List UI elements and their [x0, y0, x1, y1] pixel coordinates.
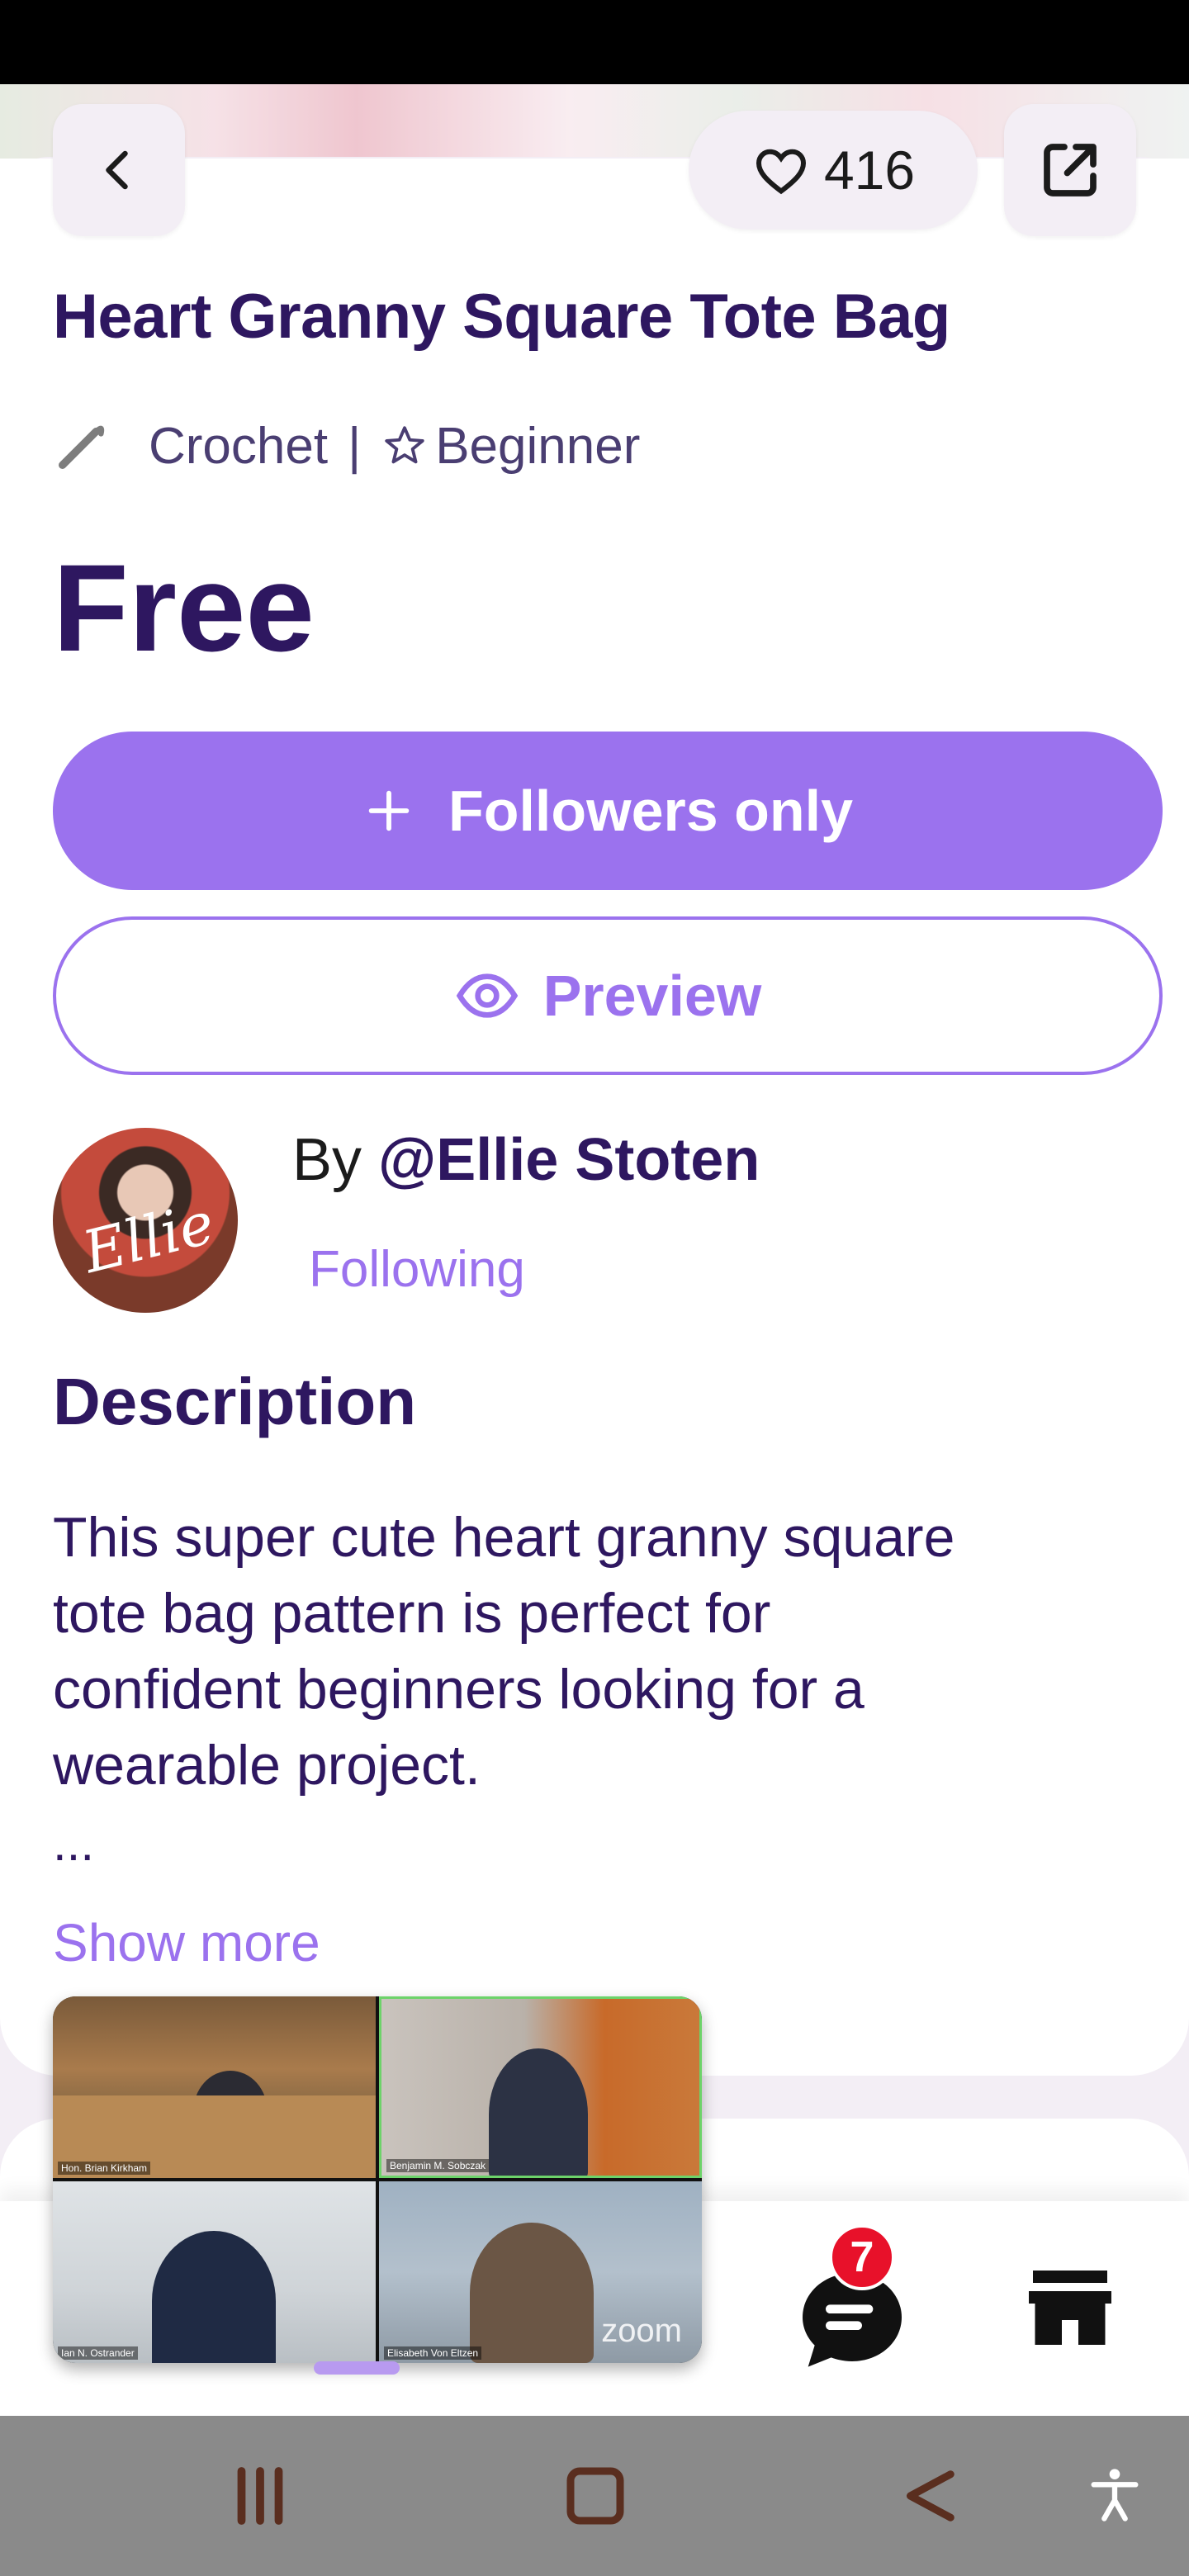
- home-icon[interactable]: [558, 2459, 632, 2533]
- chevron-left-icon: [106, 150, 128, 190]
- description-line: confident beginners looking for a: [53, 1658, 865, 1721]
- carousel-dot: [471, 197, 484, 210]
- description-line: wearable project.: [53, 1734, 481, 1797]
- price: Free: [53, 538, 315, 677]
- back-button[interactable]: [53, 104, 185, 236]
- participant-name: Hon. Brian Kirkham: [58, 2162, 151, 2175]
- like-count: 416: [823, 140, 916, 201]
- description-line: This super cute heart granny square: [53, 1506, 955, 1569]
- video-tile: Hon. Brian Kirkham: [53, 1996, 376, 2178]
- description-text: This super cute heart granny square tote…: [53, 1499, 1126, 1803]
- author-handle: @Ellie Stoten: [378, 1127, 760, 1193]
- system-navigation-bar: [0, 2416, 1189, 2576]
- like-button[interactable]: 416: [689, 111, 978, 230]
- carousel-dot: [520, 197, 533, 210]
- plus-icon: [368, 790, 410, 831]
- show-more-link[interactable]: Show more: [53, 1912, 320, 1973]
- preview-label: Preview: [542, 964, 762, 1028]
- avatar-signature: Ellie: [76, 1188, 221, 1287]
- crochet-hook-icon: [59, 425, 105, 469]
- skill-level: Beginner: [435, 417, 641, 475]
- store-icon[interactable]: [1021, 2254, 1120, 2361]
- craft-type: Crochet: [149, 417, 329, 475]
- chat-unread-badge: 7: [829, 2224, 895, 2290]
- participant-figure: [152, 2231, 276, 2363]
- status-bar: [0, 0, 1189, 84]
- followers-only-label: Followers only: [448, 779, 854, 843]
- carousel-dot: [619, 197, 632, 210]
- accessibility-icon[interactable]: [1083, 2464, 1146, 2526]
- carousel-dot: [594, 197, 608, 210]
- preview-button[interactable]: Preview: [53, 916, 1163, 1075]
- zoom-logo: zoom: [601, 2313, 682, 2349]
- video-tile: Benjamin M. Sobczak: [379, 1996, 702, 2178]
- video-tile: Ian N. Ostrander: [53, 2181, 376, 2363]
- participant-name: Elisabeth Von Eltzen: [384, 2346, 482, 2360]
- followers-only-button[interactable]: Followers only: [53, 732, 1163, 890]
- following-button[interactable]: Following: [309, 1240, 525, 1299]
- carousel-dot-active: [570, 197, 583, 210]
- by-prefix: By: [292, 1127, 379, 1193]
- participant-figure: [489, 2048, 588, 2176]
- eye-icon: [456, 973, 518, 1018]
- description-heading: Description: [53, 1365, 417, 1438]
- carousel-dot: [495, 197, 509, 210]
- pattern-title: Heart Granny Square Tote Bag: [53, 282, 950, 352]
- pip-drag-handle[interactable]: [314, 2361, 400, 2375]
- video-tile: Elisabeth Von Eltzen zoom: [379, 2181, 702, 2363]
- participant-figure: [470, 2223, 594, 2363]
- share-button[interactable]: [1004, 104, 1136, 236]
- system-back-icon[interactable]: [892, 2459, 966, 2533]
- video-call-pip[interactable]: Hon. Brian Kirkham Benjamin M. Sobczak I…: [53, 1996, 702, 2363]
- description-line: tote bag pattern is perfect for: [53, 1582, 771, 1645]
- description-ellipsis: ...: [53, 1816, 95, 1871]
- star-icon: [385, 426, 424, 464]
- author-byline[interactable]: By @Ellie Stoten: [292, 1126, 760, 1194]
- heart-icon: [756, 149, 806, 195]
- pattern-meta: Crochet | Beginner: [53, 413, 640, 479]
- recent-apps-icon[interactable]: [223, 2459, 297, 2533]
- meta-separator: |: [348, 417, 362, 475]
- participant-name: Ian N. Ostrander: [58, 2346, 138, 2360]
- carousel-dot: [446, 197, 459, 210]
- author-avatar[interactable]: Ellie: [53, 1128, 238, 1313]
- carousel-dot: [545, 197, 558, 210]
- carousel-dots: [446, 197, 632, 210]
- external-link-icon: [1044, 144, 1097, 197]
- participant-name: Benjamin M. Sobczak: [386, 2159, 490, 2172]
